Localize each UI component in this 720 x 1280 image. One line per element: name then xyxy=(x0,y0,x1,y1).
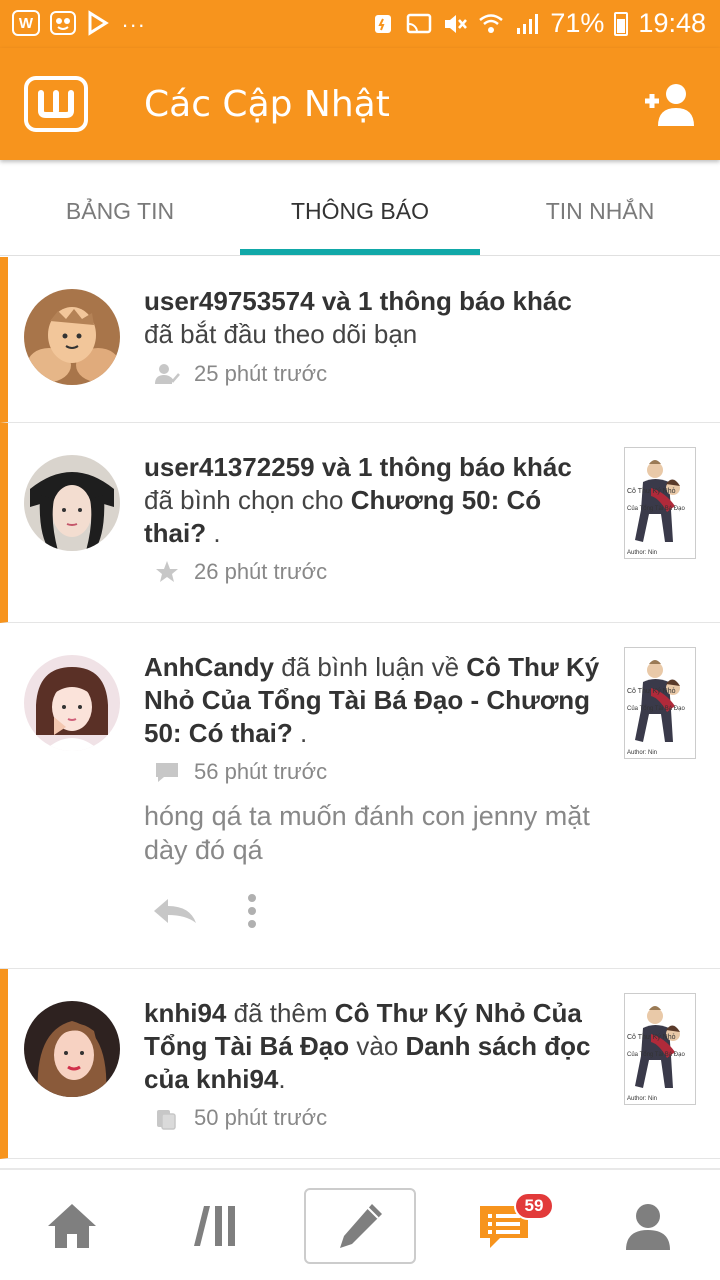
tab-notifications[interactable]: THÔNG BÁO xyxy=(240,160,480,255)
nav-home[interactable] xyxy=(36,1194,108,1258)
notification-text: AnhCandy đã bình luận về Cô Thư Ký Nhỏ C… xyxy=(144,651,604,750)
timestamp: 25 phút trước xyxy=(194,361,328,386)
home-icon xyxy=(48,1204,96,1248)
timestamp: 26 phút trước xyxy=(194,559,328,584)
period: . xyxy=(213,518,221,548)
nav-profile[interactable] xyxy=(612,1194,684,1258)
extra-count: và 1 thông báo khác xyxy=(321,286,572,316)
reading-list-icon xyxy=(157,1110,176,1130)
timestamp: 56 phút trước xyxy=(194,759,328,784)
username[interactable]: user41372259 xyxy=(144,452,315,482)
battery-icon xyxy=(614,11,629,36)
mute-icon xyxy=(445,14,468,33)
add-user-icon[interactable] xyxy=(640,80,696,128)
action-text: đã bình chọn cho xyxy=(144,485,344,515)
period: . xyxy=(278,1064,286,1094)
tab-messages[interactable]: TIN NHẮN xyxy=(480,160,720,255)
thumb-author: Author: Nin xyxy=(627,750,658,756)
wattpad-logo-icon[interactable] xyxy=(24,76,88,132)
more-notifications-icon: ... xyxy=(122,7,147,32)
status-bar: W ... 71% 19:48 xyxy=(0,0,720,48)
nav-library[interactable] xyxy=(180,1194,252,1258)
username[interactable]: user49753574 xyxy=(144,286,315,316)
battery-percent: 71% xyxy=(550,8,605,38)
wifi-icon xyxy=(479,13,504,33)
avatar[interactable] xyxy=(24,1001,120,1097)
page-title: Các Cập Nhật xyxy=(144,84,390,125)
star-icon xyxy=(156,561,178,582)
story-cover-thumbnail[interactable]: Cô Thư Ký Nhỏ Của Tổng Tài Bá Đạo Author… xyxy=(624,993,696,1105)
thumb-title-line-2: Của Tổng Tài Bá Đạo xyxy=(627,1052,685,1058)
reply-icon[interactable] xyxy=(150,895,198,927)
app-bar: Các Cập Nhật xyxy=(0,48,720,160)
pencil-icon xyxy=(340,1204,382,1248)
play-check-icon xyxy=(88,10,109,36)
notification-item[interactable]: AnhCandy đã bình luận về Cô Thư Ký Nhỏ C… xyxy=(0,623,720,969)
notification-meta: 56 phút trước xyxy=(154,759,327,785)
thumb-title-line-1: Cô Thư Ký Nhỏ xyxy=(627,1034,676,1041)
period: . xyxy=(300,718,308,748)
notification-text: knhi94 đã thêm Cô Thư Ký Nhỏ Của Tổng Tà… xyxy=(144,997,604,1096)
username[interactable]: knhi94 xyxy=(144,998,226,1028)
extra-count: và 1 thông báo khác xyxy=(321,452,572,482)
story-cover-thumbnail[interactable]: Cô Thư Ký Nhỏ Của Tổng Tài Bá Đạo Author… xyxy=(624,647,696,759)
thumb-title-line-2: Của Tổng Tài Bá Đạo xyxy=(627,706,685,712)
cast-icon xyxy=(407,13,432,33)
more-options-icon[interactable] xyxy=(246,893,258,929)
action-text: đã bình luận về xyxy=(281,652,460,682)
comment-icon xyxy=(156,763,178,782)
connector-text: vào xyxy=(356,1031,399,1061)
comment-text: hóng qá ta muốn đánh con jenny mặt dày đ… xyxy=(144,801,590,865)
wattpad-notification-icon: W xyxy=(12,10,40,36)
notification-list: user49753574 và 1 thông báo khác đã bắt … xyxy=(0,257,720,1168)
profile-icon xyxy=(626,1204,670,1250)
thumb-author: Author: Nin xyxy=(627,550,658,556)
thumb-title-line-1: Cô Thư Ký Nhỏ xyxy=(627,688,676,695)
notification-count-badge: 59 xyxy=(514,1192,554,1220)
tab-bar: BẢNG TIN THÔNG BÁO TIN NHẮN xyxy=(0,160,720,256)
notification-meta: 50 phút trước xyxy=(154,1105,327,1131)
nav-write[interactable] xyxy=(304,1188,416,1264)
thumb-author: Author: Nin xyxy=(627,1096,658,1102)
battery-saver-icon xyxy=(375,14,392,33)
timestamp: 50 phút trước xyxy=(194,1105,328,1130)
notification-text: user41372259 và 1 thông báo khác đã bình… xyxy=(144,451,604,550)
notification-text: user49753574 và 1 thông báo khác đã bắt … xyxy=(144,285,604,351)
action-text: đã bắt đầu theo dõi bạn xyxy=(144,319,418,349)
avatar[interactable] xyxy=(24,289,120,385)
tab-news-feed[interactable]: BẢNG TIN xyxy=(0,160,240,255)
signal-icon xyxy=(517,13,539,34)
comment-actions xyxy=(150,893,258,929)
notification-item[interactable]: user41372259 và 1 thông báo khác đã bình… xyxy=(0,423,720,623)
library-icon xyxy=(194,1206,235,1246)
bottom-navigation: 59 xyxy=(0,1168,720,1280)
notification-item[interactable]: knhi94 đã thêm Cô Thư Ký Nhỏ Của Tổng Tà… xyxy=(0,969,720,1159)
notification-meta: 26 phút trước xyxy=(154,559,327,585)
clock: 19:48 xyxy=(638,8,706,38)
avatar[interactable] xyxy=(24,455,120,551)
thumb-title-line-2: Của Tổng Tài Bá Đạo xyxy=(627,506,685,512)
action-text: đã thêm xyxy=(233,998,328,1028)
follow-icon xyxy=(155,364,180,384)
username[interactable]: AnhCandy xyxy=(144,652,274,682)
emoji-app-icon xyxy=(50,11,76,35)
notification-item[interactable]: user49753574 và 1 thông báo khác đã bắt … xyxy=(0,257,720,423)
thumb-title-line-1: Cô Thư Ký Nhỏ xyxy=(627,488,676,495)
avatar[interactable] xyxy=(24,655,120,751)
story-cover-thumbnail[interactable]: Cô Thư Ký Nhỏ Của Tổng Tài Bá Đạo Author… xyxy=(624,447,696,559)
notification-meta: 25 phút trước xyxy=(154,361,327,387)
